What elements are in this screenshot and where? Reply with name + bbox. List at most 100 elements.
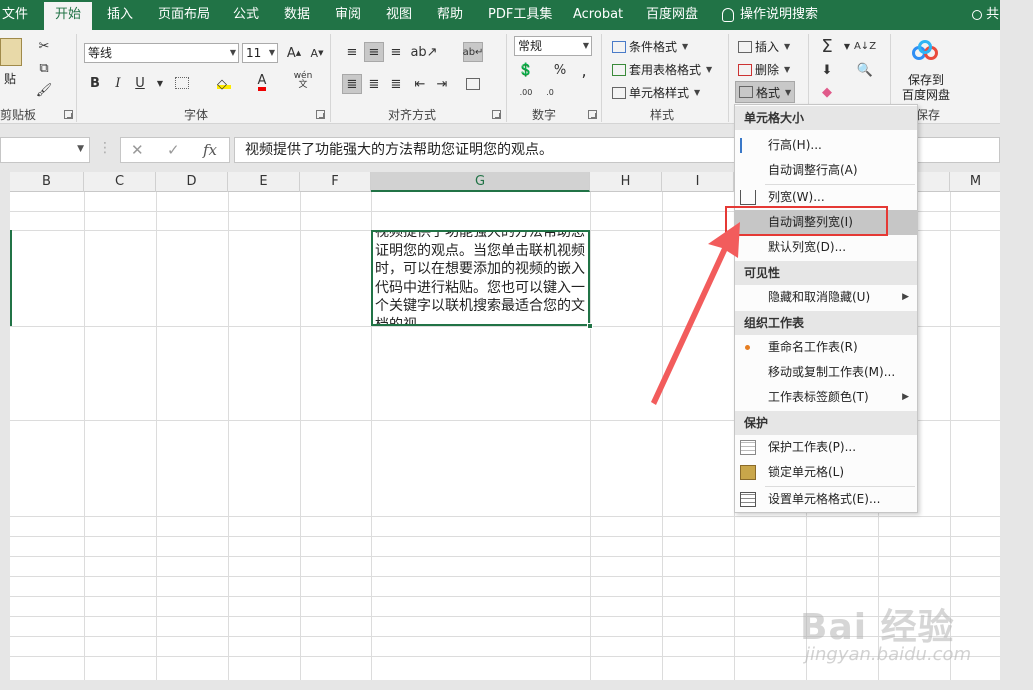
menu-item-lock-cell[interactable]: 锁定单元格(L) <box>735 460 917 485</box>
menu-item-format-cells[interactable]: 设置单元格格式(E)... <box>735 487 917 512</box>
menu-item-row-height[interactable]: 行高(H)... <box>735 133 917 158</box>
paste-icon[interactable] <box>0 38 22 66</box>
bold-button[interactable]: B <box>85 73 105 93</box>
cut-icon[interactable]: ✂ <box>34 36 54 56</box>
wrap-text-icon[interactable]: ab↵ <box>463 42 483 62</box>
font-size-combo[interactable]: 11 ▼ <box>242 43 278 63</box>
find-select-icon[interactable]: 🔍 <box>855 60 875 80</box>
comma-style-icon[interactable]: , <box>574 60 594 80</box>
delete-cells-label: 删除 <box>755 63 780 77</box>
column-header-i[interactable]: I <box>662 172 734 192</box>
tab-home[interactable]: 开始 <box>44 2 92 30</box>
font-color-icon[interactable]: A <box>252 73 272 93</box>
cancel-icon[interactable]: ✕ <box>131 141 144 159</box>
align-right-icon[interactable]: ≣ <box>386 74 406 94</box>
italic-button[interactable]: I <box>108 73 128 93</box>
menu-item-protect-sheet[interactable]: 保护工作表(P)... <box>735 435 917 460</box>
conditional-formatting-button[interactable]: 条件格式 ▼ <box>612 38 688 55</box>
alignment-launcher-icon[interactable] <box>492 110 501 119</box>
tab-help[interactable]: 帮助 <box>437 0 463 30</box>
menu-item-label: 设置单元格格式(E)... <box>768 492 881 506</box>
chevron-down-icon: ▼ <box>582 41 589 50</box>
column-header-g[interactable]: G <box>371 172 590 192</box>
column-header-m[interactable]: M <box>950 172 1000 192</box>
underline-button[interactable]: U <box>130 73 150 93</box>
decrease-indent-icon[interactable]: ⇤ <box>410 74 430 94</box>
tab-insert[interactable]: 插入 <box>107 0 133 30</box>
format-cells-button[interactable]: 格式 ▼ <box>735 81 796 103</box>
insert-function-button[interactable]: fx <box>203 141 217 159</box>
column-header-h[interactable]: H <box>590 172 662 192</box>
column-header-c[interactable]: C <box>84 172 156 192</box>
decrease-font-icon[interactable]: A ▼ <box>307 43 327 63</box>
menu-item-autofit-row-height[interactable]: 自动调整行高(A) <box>735 158 917 183</box>
increase-font-icon[interactable]: A ▲ <box>284 43 304 63</box>
align-bottom-icon[interactable]: ≡ <box>386 42 406 62</box>
align-left-icon[interactable]: ≣ <box>342 74 362 94</box>
enter-icon[interactable]: ✓ <box>167 141 180 159</box>
fill-color-icon[interactable]: ◇ <box>214 73 234 93</box>
tab-data[interactable]: 数据 <box>284 0 310 30</box>
underline-dropdown-icon[interactable]: ▼ <box>150 73 170 93</box>
menu-section-visibility: 可见性 <box>735 261 917 285</box>
number-launcher-icon[interactable] <box>588 110 597 119</box>
tab-file[interactable]: 文件 <box>2 0 28 30</box>
clipboard-group-label: 剪贴板 <box>0 108 37 122</box>
borders-icon[interactable] <box>172 73 192 93</box>
share-button[interactable]: 共 <box>972 0 999 30</box>
percent-button[interactable]: % <box>550 60 570 80</box>
tab-page-layout[interactable]: 页面布局 <box>158 0 210 30</box>
menu-item-rename-sheet[interactable]: 重命名工作表(R) <box>735 335 917 360</box>
font-name-combo[interactable]: 等线 ▼ <box>84 43 239 63</box>
tab-acrobat[interactable]: Acrobat <box>573 0 623 30</box>
align-top-icon[interactable]: ≡ <box>342 42 362 62</box>
paste-label[interactable]: 贴 <box>4 70 16 87</box>
column-header-e[interactable]: E <box>228 172 300 192</box>
number-format-value: 常规 <box>518 39 543 53</box>
save-to-baidu-line2[interactable]: 百度网盘 <box>902 86 950 103</box>
red-arrow-annotation <box>651 222 740 405</box>
sort-filter-icon[interactable]: A↓Z <box>854 36 876 56</box>
increase-decimal-icon[interactable]: .00 <box>516 82 536 102</box>
autosum-button[interactable]: Σ <box>817 36 837 57</box>
clear-icon[interactable]: ◆ <box>817 82 837 102</box>
merge-center-icon[interactable] <box>463 74 483 94</box>
font-launcher-icon[interactable] <box>316 110 325 119</box>
tab-formulas[interactable]: 公式 <box>233 0 259 30</box>
increase-indent-icon[interactable]: ⇥ <box>432 74 452 94</box>
tab-view[interactable]: 视图 <box>386 0 412 30</box>
column-header-b[interactable]: B <box>10 172 84 192</box>
active-cell-g[interactable]: 视频提供了功能强大的方法帮助您证明您的观点。当您单击联机视频时，可以在想要添加的… <box>371 230 590 326</box>
tab-review[interactable]: 审阅 <box>335 0 361 30</box>
orientation-icon[interactable]: ab↗ <box>410 42 437 62</box>
name-box[interactable]: ▼ <box>0 137 90 163</box>
clipboard-launcher-icon[interactable] <box>64 110 73 119</box>
format-painter-icon[interactable]: 🖌 <box>34 80 54 100</box>
tab-baidu-netdisk[interactable]: 百度网盘 <box>646 0 698 30</box>
tell-me-search[interactable]: 操作说明搜索 <box>722 0 818 30</box>
column-header-f[interactable]: F <box>300 172 371 192</box>
format-as-table-button[interactable]: 套用表格格式 ▼ <box>612 61 712 78</box>
align-middle-icon[interactable]: ≡ <box>364 42 384 62</box>
decrease-decimal-icon[interactable]: .0 <box>540 82 560 102</box>
insert-cells-button[interactable]: 插入 ▼ <box>738 38 790 55</box>
phonetic-guide-icon[interactable]: wén 文 <box>293 71 313 91</box>
fill-icon[interactable]: ⬇ <box>817 60 837 80</box>
copy-icon[interactable]: ⧉ <box>34 58 54 78</box>
tab-pdf-tools[interactable]: PDF工具集 <box>488 0 552 30</box>
baidu-cloud-icon[interactable] <box>912 40 940 62</box>
menu-item-hide-unhide[interactable]: 隐藏和取消隐藏(U) ▶ <box>735 285 917 310</box>
menu-item-default-width[interactable]: 默认列宽(D)... <box>735 235 917 260</box>
menu-item-move-copy-sheet[interactable]: 移动或复制工作表(M)... <box>735 360 917 385</box>
menu-item-tab-color[interactable]: 工作表标签颜色(T) ▶ <box>735 385 917 410</box>
delete-cells-button[interactable]: 删除 ▼ <box>738 61 790 78</box>
currency-icon[interactable]: 💲 <box>516 60 536 80</box>
column-header-d[interactable]: D <box>156 172 228 192</box>
formula-bar-grip: ⋮ <box>98 140 112 156</box>
align-center-icon[interactable]: ≣ <box>364 74 384 94</box>
number-format-combo[interactable]: 常规 ▼ <box>514 36 592 56</box>
cell-styles-button[interactable]: 单元格样式 ▼ <box>612 84 700 101</box>
active-cell-text: 视频提供了功能强大的方法帮助您证明您的观点。当您单击联机视频时，可以在想要添加的… <box>375 230 585 326</box>
fill-handle[interactable] <box>587 323 593 329</box>
menu-item-label: 移动或复制工作表(M)... <box>768 365 896 379</box>
